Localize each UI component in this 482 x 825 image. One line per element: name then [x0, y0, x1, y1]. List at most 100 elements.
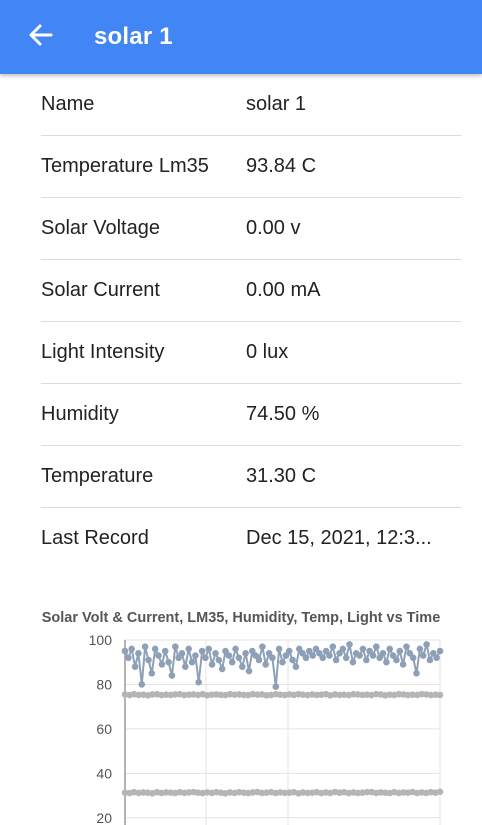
data-point [383, 658, 390, 666]
data-point [182, 663, 189, 670]
data-point [232, 645, 239, 653]
detail-label: Solar Current [41, 279, 160, 301]
data-point [436, 691, 444, 699]
data-point [363, 656, 370, 664]
y-tick-label: 60 [96, 721, 112, 737]
detail-row-name: Name solar 1 [41, 74, 461, 136]
detail-label: Last Record [41, 527, 149, 549]
data-point [393, 656, 400, 664]
sensor-chart: Solar Volt & Current, LM35, Humidity, Te… [0, 600, 482, 825]
data-point [285, 647, 293, 655]
data-point [423, 641, 430, 648]
data-point [399, 661, 407, 668]
detail-label: Light Intensity [41, 341, 165, 363]
data-point [396, 647, 404, 655]
data-point [138, 681, 146, 688]
data-point [302, 654, 310, 662]
data-point [379, 650, 387, 657]
y-tick-label: 20 [96, 810, 112, 825]
data-point [433, 654, 440, 662]
data-point [279, 658, 286, 666]
detail-label: Temperature [41, 465, 154, 487]
data-point [225, 652, 233, 659]
detail-value: 0.00 mA [246, 279, 321, 301]
detail-value: 0.00 v [246, 217, 301, 239]
detail-label: Humidity [41, 403, 119, 425]
data-point [349, 658, 357, 666]
data-point [339, 645, 347, 653]
data-point [135, 650, 142, 657]
data-point [356, 652, 363, 659]
page-title: solar 1 [94, 23, 173, 50]
data-point [128, 645, 135, 653]
data-point [269, 654, 276, 662]
data-point [192, 652, 199, 659]
data-point [208, 661, 216, 668]
data-point [205, 645, 213, 653]
data-point [245, 667, 253, 675]
data-point [346, 641, 353, 648]
data-point [145, 656, 152, 664]
data-point [332, 656, 340, 664]
detail-row-last-record: Last Record Dec 15, 2021, 12:3... [41, 508, 461, 569]
detail-value: 31.30 C [246, 465, 317, 487]
detail-label: Name [41, 93, 95, 115]
data-point [172, 643, 179, 650]
app-bar: solar 1 [0, 0, 482, 74]
data-point [178, 650, 186, 657]
detail-value: solar 1 [246, 93, 307, 115]
arrow-left-icon [28, 22, 54, 53]
detail-row-solar-current: Solar Current 0.00 mA [41, 260, 461, 322]
y-tick-label: 80 [96, 676, 112, 692]
data-point [255, 656, 263, 664]
data-point [235, 654, 243, 662]
detail-row-humidity: Humidity 74.50 % [41, 384, 461, 446]
y-tick-label: 100 [89, 632, 113, 648]
data-point [386, 645, 394, 653]
data-point [272, 683, 280, 690]
data-point [151, 645, 159, 653]
detail-row-light-intensity: Light Intensity 0 lux [41, 322, 461, 384]
data-point [309, 652, 317, 659]
series-line [124, 643, 441, 687]
data-point [198, 647, 206, 655]
detail-label: Solar Voltage [41, 217, 160, 239]
y-tick-label: 40 [96, 765, 112, 781]
data-point [369, 652, 377, 659]
data-point [292, 663, 300, 670]
data-point [228, 658, 236, 666]
data-point [275, 645, 283, 653]
data-point [326, 652, 333, 659]
data-point [121, 647, 129, 655]
data-point [409, 654, 417, 662]
detail-value: Dec 15, 2021, 12:3... [246, 527, 432, 549]
back-button[interactable] [24, 20, 58, 54]
data-point [212, 650, 219, 657]
detail-row-temperature-lm35: Temperature Lm35 93.84 C [41, 136, 461, 198]
data-point [188, 658, 196, 666]
data-point [141, 643, 149, 650]
data-point [242, 650, 249, 657]
data-point [155, 652, 162, 659]
data-point [195, 678, 202, 686]
data-point [131, 663, 139, 670]
detail-label: Temperature Lm35 [41, 155, 209, 177]
data-point [168, 672, 176, 679]
data-point [185, 645, 192, 653]
data-point [342, 654, 350, 662]
data-point [239, 663, 246, 670]
data-point [262, 661, 270, 668]
data-point [319, 654, 327, 662]
data-point [202, 654, 209, 662]
data-point [436, 788, 444, 796]
data-point [259, 643, 266, 650]
data-point [165, 658, 172, 666]
data-point [403, 643, 410, 650]
data-point [416, 645, 424, 653]
device-details-list: Name solar 1 Temperature Lm35 93.84 C So… [41, 74, 461, 569]
data-point [125, 654, 132, 662]
data-point [426, 656, 434, 664]
data-point [373, 643, 380, 650]
detail-value: 93.84 C [246, 155, 317, 177]
data-point [158, 661, 166, 668]
